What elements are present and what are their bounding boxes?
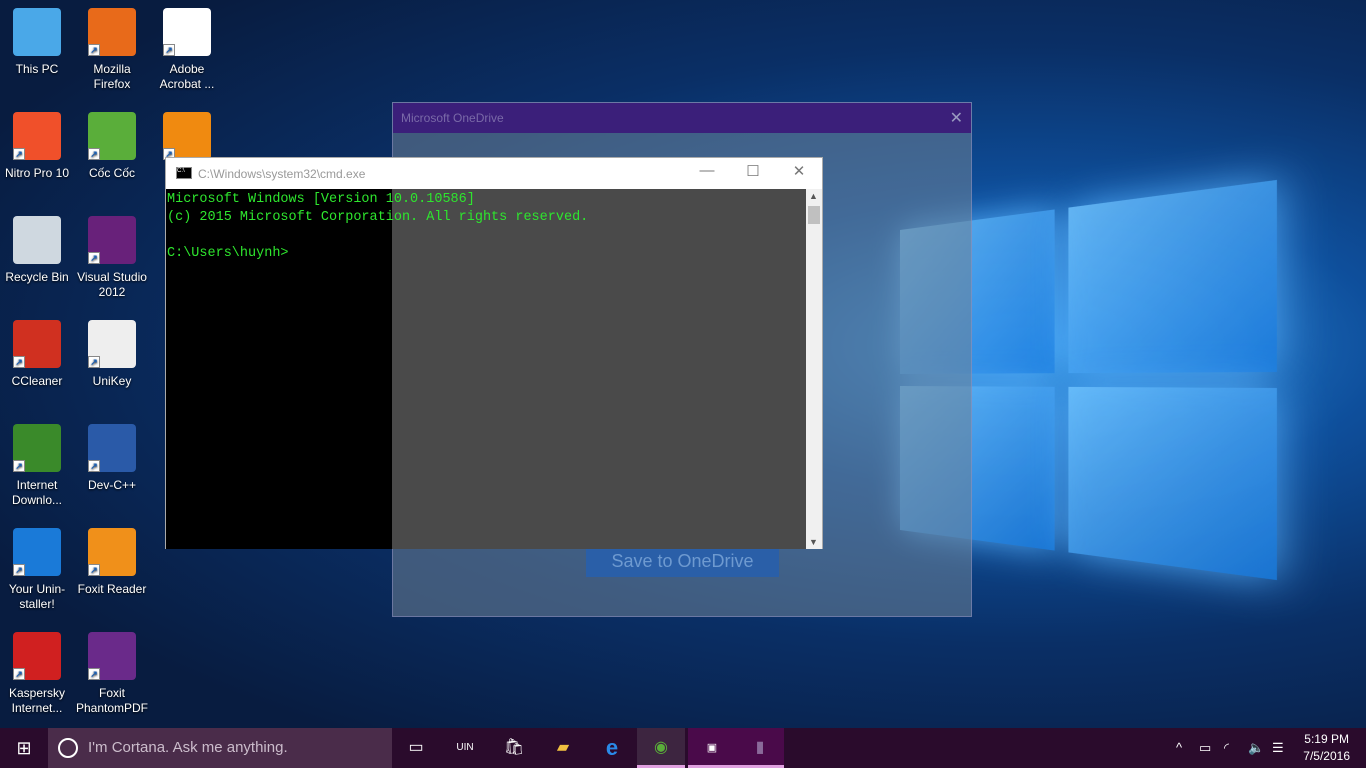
idm-icon: ↗	[13, 424, 61, 472]
network-icon[interactable]: ◜	[1224, 728, 1229, 768]
shortcut-arrow-icon: ↗	[13, 460, 25, 472]
cmd-window[interactable]: C:\ C:\Windows\system32\cmd.exe — ☐ ✕ Mi…	[165, 157, 823, 549]
ucbrowser-icon: ↗	[163, 112, 211, 160]
visual-studio-icon: ↗	[88, 216, 136, 264]
desktop-icon-label: Nitro Pro 10	[4, 166, 70, 180]
unikey-icon: ↗	[88, 320, 136, 368]
store-icon[interactable]: 🛍	[490, 728, 538, 768]
scroll-thumb[interactable]	[808, 206, 820, 224]
clock[interactable]: 5:19 PM 7/5/2016	[1303, 731, 1350, 765]
desktop-icon-label: Dev-C++	[87, 478, 137, 492]
cmd-icon: C:\	[176, 167, 192, 179]
desktop-icon[interactable]: ↗ CCleaner	[0, 320, 74, 389]
maximize-button[interactable]: ☐	[730, 162, 776, 180]
foxit-phantom-icon: ↗	[88, 632, 136, 680]
uninstaller-icon: ↗	[13, 528, 61, 576]
onedrive-close-button[interactable]: ✕	[950, 108, 963, 128]
desktop-icon-label: Foxit Reader	[77, 582, 147, 596]
desktop-icon-label: Cốc Cốc	[88, 166, 135, 180]
date: 7/5/2016	[1303, 749, 1350, 763]
shortcut-arrow-icon: ↗	[88, 460, 100, 472]
action-center-icon[interactable]: ☰	[1272, 728, 1284, 768]
desktop-icon-label: UniKey	[92, 374, 132, 388]
desktop-icon[interactable]: Recycle Bin	[0, 216, 74, 285]
scroll-up-icon[interactable]: ▲	[809, 191, 818, 201]
console-prompt: C:\Users\huynh>	[167, 246, 289, 261]
desktop-icon[interactable]: ↗ Cốc Cốc	[75, 112, 149, 181]
desktop-icon[interactable]: ↗ Mozilla Firefox	[75, 8, 149, 92]
shortcut-arrow-icon: ↗	[13, 148, 25, 160]
cortana-icon	[58, 738, 78, 758]
desktop-icon[interactable]: ↗ Nitro Pro 10	[0, 112, 74, 181]
coccoc-taskbar-icon[interactable]: ◉	[637, 728, 685, 768]
onedrive-taskbar-icon[interactable]: ▮	[736, 728, 784, 768]
desktop-icon[interactable]: ↗ Foxit Reader	[75, 528, 149, 597]
scrollbar[interactable]: ▲ ▼	[806, 189, 822, 549]
search-placeholder: I'm Cortana. Ask me anything.	[88, 739, 288, 756]
file-explorer-icon[interactable]: ▰	[539, 728, 587, 768]
desktop-icon-label: Kaspersky Internet...	[8, 686, 66, 715]
console-output[interactable]: Microsoft Windows [Version 10.0.10586] (c…	[166, 189, 807, 549]
close-button[interactable]: ✕	[776, 162, 822, 180]
desktop-icon-label: Internet Downlo...	[11, 478, 63, 507]
desktop-icon-label: Mozilla Firefox	[93, 62, 131, 91]
shortcut-arrow-icon: ↗	[88, 564, 100, 576]
computer-icon	[13, 8, 61, 56]
console-line: Microsoft Windows [Version 10.0.10586]	[167, 192, 475, 207]
acrobat-icon: ↗	[163, 8, 211, 56]
scroll-down-icon[interactable]: ▼	[809, 537, 818, 547]
cmd-title-bar[interactable]: C:\ C:\Windows\system32\cmd.exe — ☐ ✕	[166, 158, 822, 189]
shortcut-arrow-icon: ↗	[88, 148, 100, 160]
shortcut-arrow-icon: ↗	[88, 252, 100, 264]
onedrive-title: Microsoft OneDrive	[401, 111, 504, 125]
power-icon[interactable]: ▭	[1199, 728, 1211, 768]
cmd-taskbar-icon[interactable]: ▣	[688, 728, 736, 768]
shortcut-arrow-icon: ↗	[163, 44, 175, 56]
desktop-icon[interactable]: ↗ Internet Downlo...	[0, 424, 74, 508]
foxit-reader-icon: ↗	[88, 528, 136, 576]
desktop-icon[interactable]: ↗ Dev-C++	[75, 424, 149, 493]
taskbar: ⊞ I'm Cortana. Ask me anything. ▭ UIN 🛍 …	[0, 728, 1366, 768]
unikey-taskbar-icon[interactable]: UIN	[441, 728, 489, 768]
desktop-icon[interactable]: This PC	[0, 8, 74, 77]
shortcut-arrow-icon: ↗	[88, 356, 100, 368]
task-view-icon[interactable]: ▭	[392, 728, 440, 768]
shortcut-arrow-icon: ↗	[13, 356, 25, 368]
console-line: (c) 2015 Microsoft Corporation. All righ…	[167, 210, 589, 225]
desktop-icon-label: Adobe Acrobat ...	[159, 62, 215, 91]
desktop-icon[interactable]: ↗ Adobe Acrobat ...	[150, 8, 224, 92]
kaspersky-icon: ↗	[13, 632, 61, 680]
cortana-search-box[interactable]: I'm Cortana. Ask me anything.	[48, 728, 392, 768]
coccoc-icon: ↗	[88, 112, 136, 160]
shortcut-arrow-icon: ↗	[13, 668, 25, 680]
desktop-icon-label: Visual Studio 2012	[77, 270, 147, 299]
desktop-icon-label: Your Unin-staller!	[8, 582, 66, 611]
desktop-icon-label: CCleaner	[11, 374, 63, 388]
recycle-bin-icon	[13, 216, 61, 264]
desktop-icon[interactable]: ↗ Visual Studio 2012	[75, 216, 149, 300]
desktop-icon[interactable]: ↗ Kaspersky Internet...	[0, 632, 74, 716]
shortcut-arrow-icon: ↗	[88, 668, 100, 680]
show-hidden-icons[interactable]: ^	[1176, 728, 1182, 768]
volume-icon[interactable]: 🔈	[1248, 728, 1264, 768]
firefox-icon: ↗	[88, 8, 136, 56]
minimize-button[interactable]: —	[684, 162, 730, 179]
desktop-icon-label: Foxit PhantomPDF	[75, 686, 149, 715]
desktop-icon-label: This PC	[15, 62, 59, 76]
desktop-icon[interactable]: ↗ Your Unin-staller!	[0, 528, 74, 612]
shortcut-arrow-icon: ↗	[88, 44, 100, 56]
desktop-icon[interactable]: ↗ Foxit PhantomPDF	[75, 632, 149, 716]
start-button[interactable]: ⊞	[0, 728, 48, 768]
desktop-icon-label: Recycle Bin	[5, 270, 69, 284]
save-to-onedrive-button[interactable]: Save to OneDrive	[586, 545, 779, 577]
edge-icon[interactable]: e	[588, 728, 636, 768]
onedrive-title-bar[interactable]: Microsoft OneDrive ✕	[393, 103, 971, 133]
nitro-icon: ↗	[13, 112, 61, 160]
cmd-title: C:\Windows\system32\cmd.exe	[198, 167, 366, 181]
devcpp-icon: ↗	[88, 424, 136, 472]
time: 5:19 PM	[1304, 732, 1349, 746]
shortcut-arrow-icon: ↗	[13, 564, 25, 576]
desktop-icon[interactable]: ↗ UniKey	[75, 320, 149, 389]
ccleaner-icon: ↗	[13, 320, 61, 368]
